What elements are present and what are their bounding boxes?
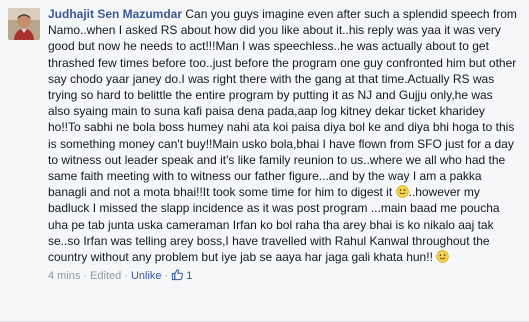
meta-separator: · <box>83 270 88 283</box>
thumbs-up-icon <box>172 269 184 281</box>
avatar[interactable] <box>8 8 40 40</box>
comment-body: Judhajit Sen Mazumdar Can you guys imagi… <box>48 6 518 265</box>
comment-content: Judhajit Sen Mazumdar Can you guys imagi… <box>48 6 518 284</box>
smile-emoticon-icon <box>436 250 449 263</box>
comment-meta: 4 mins · Edited · Unlike · 1 <box>48 268 518 284</box>
avatar-photo-icon <box>8 8 40 40</box>
like-count: 1 <box>186 270 193 283</box>
unlike-button[interactable]: Unlike <box>131 270 162 282</box>
comment-text-part1: Can you guys imagine even after such a s… <box>48 7 517 200</box>
like-count-button[interactable]: 1 <box>171 269 193 283</box>
smile-emoticon-icon <box>395 185 409 198</box>
meta-separator: · <box>164 270 169 283</box>
author-name-link[interactable]: Judhajit Sen Mazumdar <box>48 7 182 21</box>
meta-separator: · <box>124 270 128 283</box>
timestamp-link[interactable]: 4 mins <box>48 270 80 282</box>
comment-card: Judhajit Sen Mazumdar Can you guys imagi… <box>0 0 529 322</box>
edited-link[interactable]: Edited <box>90 270 121 282</box>
